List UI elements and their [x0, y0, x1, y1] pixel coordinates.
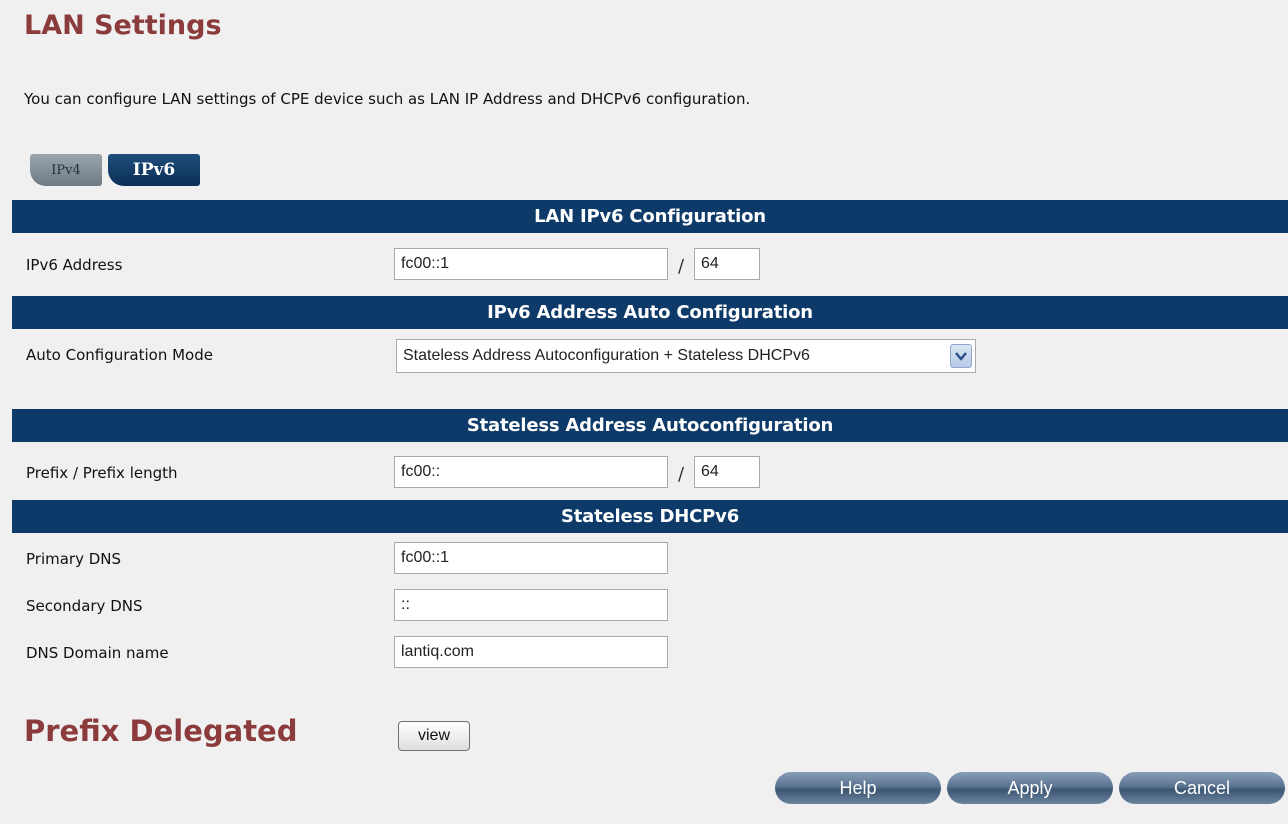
apply-button[interactable]: Apply [947, 772, 1113, 804]
auto-config-mode-label: Auto Configuration Mode [26, 346, 213, 364]
tab-ipv6[interactable]: IPv6 [108, 154, 200, 186]
auto-config-mode-value: Stateless Address Autoconfiguration + St… [403, 347, 810, 364]
prefix-label: Prefix / Prefix length [26, 464, 178, 482]
ipv6-prefix-length-input[interactable] [694, 248, 760, 280]
cancel-button[interactable]: Cancel [1119, 772, 1285, 804]
primary-dns-input[interactable] [394, 542, 668, 574]
slash-separator: / [678, 256, 685, 277]
ipv6-address-label: IPv6 Address [26, 256, 123, 274]
auto-config-mode-select[interactable]: Stateless Address Autoconfiguration + St… [396, 339, 976, 373]
section-header-slaac: Stateless Address Autoconfiguration [12, 409, 1288, 442]
dns-domain-label: DNS Domain name [26, 644, 169, 662]
prefix-input[interactable] [394, 456, 668, 488]
view-button[interactable]: view [398, 721, 470, 751]
slash-separator: / [678, 464, 685, 485]
primary-dns-label: Primary DNS [26, 550, 122, 568]
section-header-dhcpv6: Stateless DHCPv6 [12, 500, 1288, 533]
prefix-delegated-heading: Prefix Delegated [24, 714, 298, 748]
section-header-auto-config: IPv6 Address Auto Configuration [12, 296, 1288, 329]
secondary-dns-input[interactable] [394, 589, 668, 621]
secondary-dns-label: Secondary DNS [26, 597, 143, 615]
page-description: You can configure LAN settings of CPE de… [24, 90, 751, 108]
dns-domain-input[interactable] [394, 636, 668, 668]
ipv6-address-input[interactable] [394, 248, 668, 280]
page-title: LAN Settings [24, 10, 222, 41]
chevron-down-icon[interactable] [950, 344, 972, 368]
section-header-lan-ipv6: LAN IPv6 Configuration [12, 200, 1288, 233]
help-button[interactable]: Help [775, 772, 941, 804]
tab-ipv4[interactable]: IPv4 [30, 154, 102, 186]
prefix-length-input[interactable] [694, 456, 760, 488]
